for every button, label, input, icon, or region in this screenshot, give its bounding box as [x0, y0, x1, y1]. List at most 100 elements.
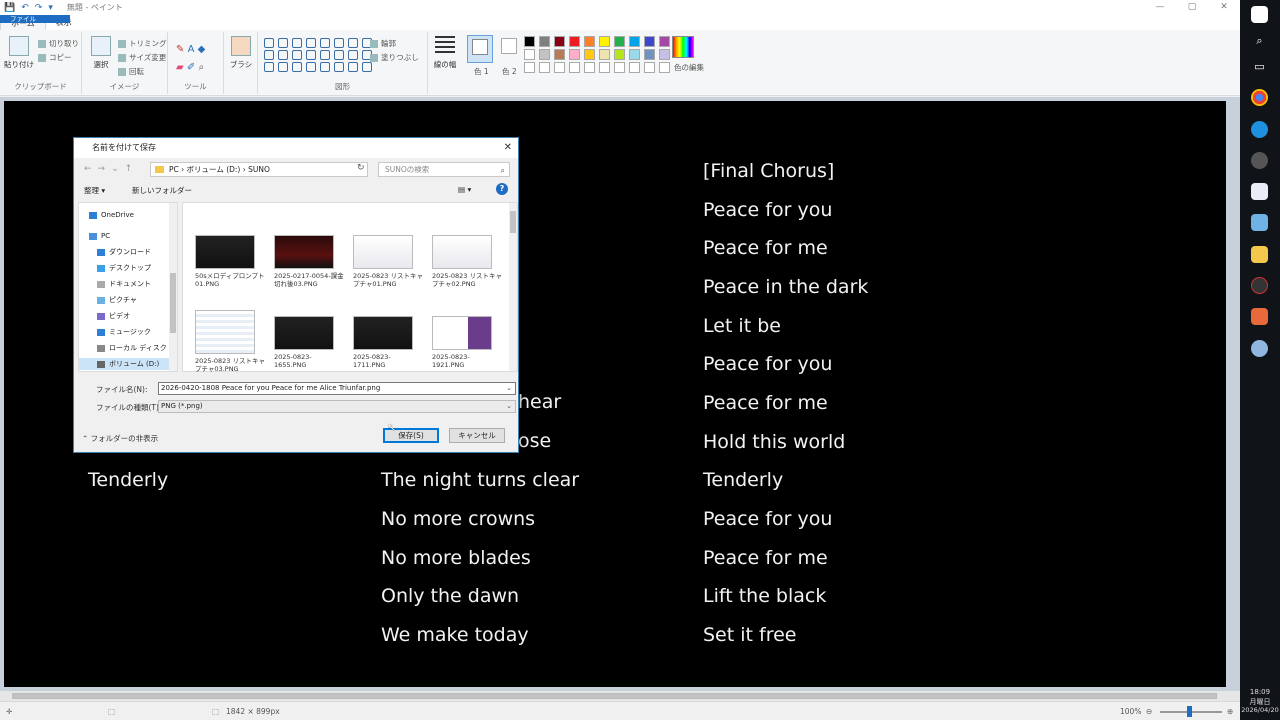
color-swatch[interactable]	[554, 62, 565, 73]
color1-button[interactable]	[467, 35, 493, 63]
edge-icon[interactable]	[1251, 121, 1268, 138]
horizontal-scrollbar[interactable]	[0, 691, 1240, 701]
color-swatch[interactable]	[644, 62, 655, 73]
file-item[interactable]: 2025-0217-0054-課金切れ後03.PNG	[274, 235, 344, 288]
save-icon[interactable]: 💾	[4, 3, 15, 13]
resize-button[interactable]: サイズ変更	[118, 52, 166, 63]
cut-button[interactable]: 切り取り	[38, 38, 79, 49]
nav-arrows[interactable]: ←→⌄↑	[84, 164, 138, 174]
size-button[interactable]: 線の幅	[430, 36, 460, 70]
color-swatch[interactable]	[599, 62, 610, 73]
hide-folders-toggle[interactable]: ⌃ フォルダーの非表示	[82, 433, 158, 444]
app-icon[interactable]	[1251, 152, 1268, 169]
color-swatch[interactable]	[554, 36, 565, 47]
close-button[interactable]: ✕	[1208, 0, 1240, 15]
color-swatch[interactable]	[614, 62, 625, 73]
scrollbar-thumb[interactable]	[12, 693, 1217, 699]
file-item[interactable]: 2025-0823-1655.PNG	[274, 316, 344, 369]
view-options-icon[interactable]: ▤ ▾	[458, 185, 471, 194]
zoom-in-icon[interactable]: ⊕	[1227, 707, 1233, 716]
organize-button[interactable]: 整理 ▾	[84, 185, 105, 196]
file-item[interactable]: 50sメロディプロンプト01.PNG	[195, 235, 265, 288]
color-swatch[interactable]	[524, 62, 535, 73]
copy-button[interactable]: コピー	[38, 52, 72, 63]
paint-icon[interactable]	[1251, 340, 1268, 357]
color-swatch[interactable]	[629, 36, 640, 47]
app-icon[interactable]	[1251, 277, 1268, 294]
color-swatch[interactable]	[554, 49, 565, 60]
color-swatch[interactable]	[539, 62, 550, 73]
file-explorer-icon[interactable]	[1251, 246, 1268, 263]
customize-icon[interactable]: ▾	[48, 3, 53, 13]
nav-scrollbar[interactable]	[169, 203, 177, 371]
eraser-icon[interactable]: ▰ ✐ ⌕	[176, 62, 204, 73]
brushes-button[interactable]: ブラシ	[226, 36, 256, 70]
rotate-button[interactable]: 回転	[118, 66, 144, 77]
color-swatch[interactable]	[584, 36, 595, 47]
color-swatch[interactable]	[539, 49, 550, 60]
maximize-button[interactable]: ▢	[1176, 0, 1208, 15]
filename-input[interactable]: 2026-0420-1808 Peace for you Peace for m…	[158, 382, 516, 395]
help-icon[interactable]: ?	[496, 183, 508, 195]
chevron-down-icon[interactable]: ⌄	[506, 383, 512, 394]
tab-file[interactable]: ファイル	[0, 15, 70, 23]
color-swatch[interactable]	[569, 62, 580, 73]
nav-item-local-disk[interactable]: ローカル ディスク (C	[79, 342, 171, 354]
file-item[interactable]: 2025-0823 リストキャプチャ01.PNG	[353, 235, 423, 288]
filetype-select[interactable]: PNG (*.png) ⌄	[158, 400, 516, 413]
clock-time[interactable]: 18:09	[1240, 688, 1280, 696]
windows-start-icon[interactable]	[1251, 6, 1268, 23]
file-item[interactable]: 2025-0823 リストキャプチャ03.PNG	[195, 310, 265, 373]
crop-button[interactable]: トリミング	[118, 38, 167, 49]
file-item[interactable]: 2025-0823 リストキャプチャ02.PNG	[432, 235, 502, 288]
dialog-close-button[interactable]: ✕	[504, 138, 512, 158]
fill-dropdown[interactable]: 塗りつぶし	[370, 52, 419, 63]
color-swatch[interactable]	[599, 49, 610, 60]
color-swatch[interactable]	[599, 36, 610, 47]
paste-button[interactable]: 貼り付け	[4, 36, 34, 70]
color-palette[interactable]	[524, 36, 672, 73]
nav-item-downloads[interactable]: ダウンロード	[79, 246, 171, 258]
color-swatch[interactable]	[584, 62, 595, 73]
chrome-icon[interactable]	[1251, 89, 1268, 106]
minimize-button[interactable]: —	[1144, 0, 1176, 15]
file-item[interactable]: 2025-0823-1921.PNG	[432, 316, 502, 369]
address-bar[interactable]: PC › ボリューム (D:) › SUNO	[150, 162, 368, 177]
edit-colors-button[interactable]	[672, 36, 694, 58]
color-swatch[interactable]	[644, 36, 655, 47]
nav-item-documents[interactable]: ドキュメント	[79, 278, 171, 290]
app-icon[interactable]	[1251, 308, 1268, 325]
select-button[interactable]: 選択	[86, 36, 116, 70]
nav-item-pc[interactable]: PC	[79, 230, 171, 242]
task-view-icon[interactable]: ▭	[1251, 58, 1268, 75]
color-swatch[interactable]	[614, 49, 625, 60]
new-folder-button[interactable]: 新しいフォルダー	[132, 185, 192, 196]
color-swatch[interactable]	[629, 49, 640, 60]
pencil-icon[interactable]: ✎ A ◆	[176, 44, 205, 55]
color-swatch[interactable]	[614, 36, 625, 47]
color-swatch[interactable]	[524, 36, 535, 47]
nav-item-videos[interactable]: ビデオ	[79, 310, 171, 322]
nav-item-onedrive[interactable]: OneDrive	[79, 209, 171, 221]
color2-button[interactable]	[497, 35, 523, 63]
nav-scroll-thumb[interactable]	[170, 273, 176, 333]
zoom-slider-thumb[interactable]	[1187, 706, 1192, 717]
color-swatch[interactable]	[659, 36, 670, 47]
nav-item-desktop[interactable]: デスクトップ	[79, 262, 171, 274]
file-scroll-thumb[interactable]	[510, 211, 516, 233]
search-input[interactable]: SUNOの検索 ⌕	[378, 162, 510, 177]
zoom-out-icon[interactable]: ⊖	[1146, 707, 1152, 716]
shape-gallery[interactable]	[264, 38, 372, 72]
file-item[interactable]: 2025-0823-1711.PNG	[353, 316, 423, 369]
color-swatch[interactable]	[539, 36, 550, 47]
cancel-button[interactable]: キャンセル	[449, 428, 505, 443]
outline-dropdown[interactable]: 輪郭	[370, 38, 396, 49]
refresh-icon[interactable]: ↻	[357, 163, 365, 173]
app-icon[interactable]	[1251, 214, 1268, 231]
color-swatch[interactable]	[524, 49, 535, 60]
nav-item-volume-d[interactable]: ボリューム (D:)	[79, 358, 171, 370]
color-swatch[interactable]	[644, 49, 655, 60]
notepad-icon[interactable]	[1251, 183, 1268, 200]
color-swatch[interactable]	[659, 49, 670, 60]
color-swatch[interactable]	[629, 62, 640, 73]
